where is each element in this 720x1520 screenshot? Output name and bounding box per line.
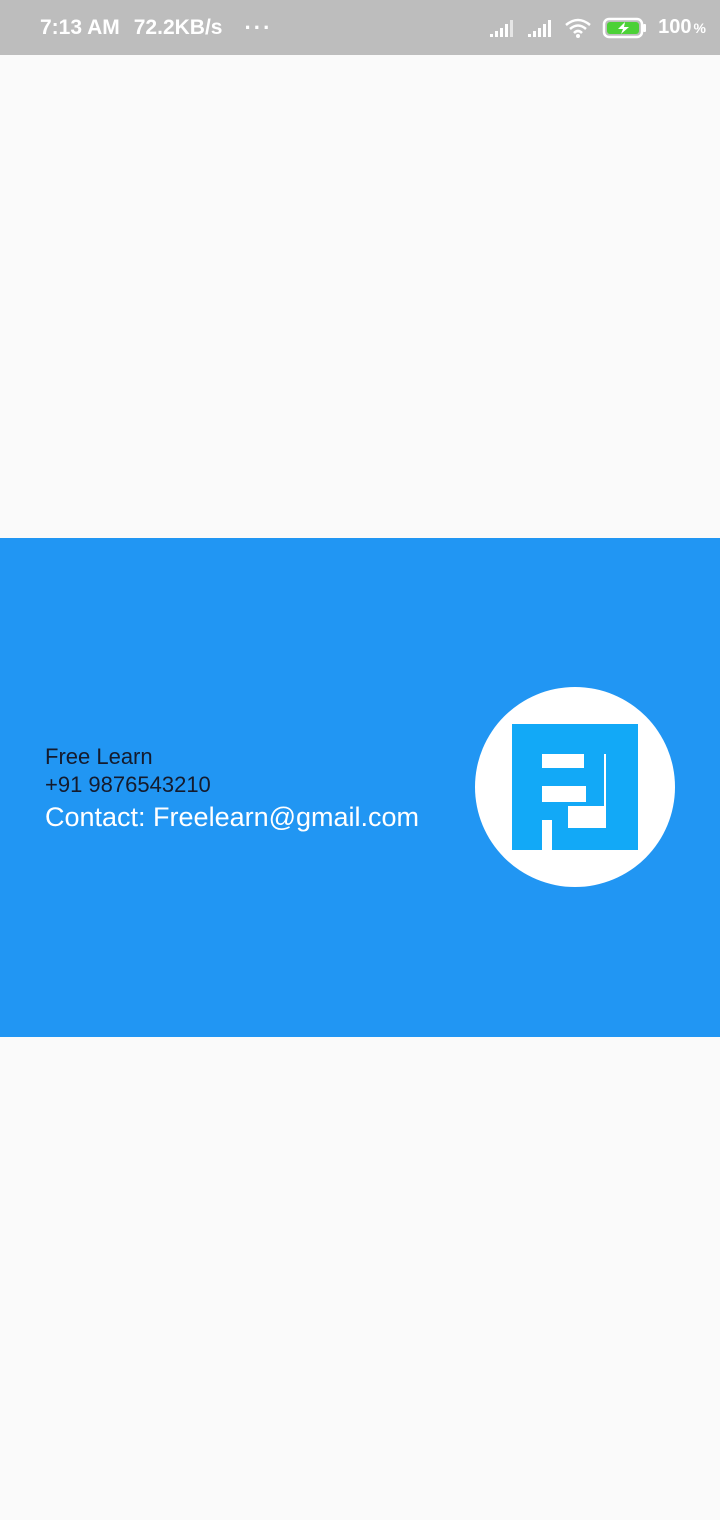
status-bar-right: 100% bbox=[488, 0, 706, 55]
card-text-block: Free Learn +91 9876543210 Contact: Freel… bbox=[45, 743, 419, 835]
network-speed: 72.2KB/s bbox=[133, 15, 223, 39]
status-time: 7:13 AM bbox=[40, 15, 120, 39]
logo-avatar bbox=[475, 687, 675, 887]
fl-logo-icon bbox=[512, 724, 638, 850]
battery-percentage: 100% bbox=[658, 16, 706, 39]
battery-charging-icon bbox=[602, 16, 648, 40]
status-bar-left: 7:13 AM 72.2KB/s ··· bbox=[40, 0, 272, 55]
company-name: Free Learn bbox=[45, 744, 153, 769]
status-bar: 7:13 AM 72.2KB/s ··· 100 % bbox=[0, 0, 720, 55]
contact-email: Contact: Freelearn@gmail.com bbox=[45, 802, 420, 832]
battery-unit: % bbox=[693, 20, 706, 36]
signal-2-icon bbox=[526, 18, 554, 38]
business-card: Free Learn +91 9876543210 Contact: Freel… bbox=[0, 538, 720, 1037]
wifi-icon bbox=[564, 17, 592, 39]
battery-level: 100 bbox=[658, 16, 692, 38]
more-notifications-icon: ··· bbox=[244, 14, 273, 40]
phone-number: +91 9876543210 bbox=[45, 772, 211, 797]
signal-1-icon bbox=[488, 18, 516, 38]
